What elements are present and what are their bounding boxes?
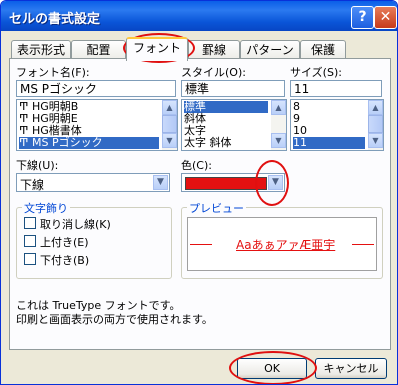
font-size-input[interactable]: 11 bbox=[290, 80, 382, 97]
color-swatch bbox=[185, 177, 267, 190]
chevron-down-icon[interactable]: ▼ bbox=[268, 175, 283, 190]
font-size-scrollbar[interactable]: ▲ ▼ bbox=[368, 100, 383, 150]
color-label: 色(C): bbox=[181, 159, 212, 172]
font-style-list[interactable]: 標準 斜体 太字 太字 斜体 ▲ ▼ bbox=[181, 99, 287, 151]
tab-font[interactable]: フォント bbox=[126, 37, 188, 61]
scroll-down-button[interactable]: ▼ bbox=[271, 133, 286, 148]
effects-group-title: 文字飾り bbox=[22, 200, 70, 216]
underline-value: 下線 bbox=[20, 178, 45, 192]
help-button[interactable]: ? bbox=[351, 6, 374, 29]
strikethrough-checkbox[interactable] bbox=[24, 217, 36, 229]
title-bar[interactable]: セルの書式設定 ? ✕ bbox=[1, 1, 397, 31]
dialog-title: セルの書式設定 bbox=[9, 12, 101, 27]
font-name-list[interactable]: Ͳ HG明朝B Ͳ HG明朝E Ͳ HG楷書体 Ͳ MS Pゴシック ▲ ▼ bbox=[16, 99, 178, 151]
close-button[interactable]: ✕ bbox=[374, 6, 397, 29]
font-style-scrollbar[interactable]: ▲ ▼ bbox=[271, 100, 286, 150]
scroll-down-button[interactable]: ▼ bbox=[162, 133, 177, 148]
underline-select[interactable]: 下線 ▼ bbox=[16, 173, 170, 192]
list-item[interactable]: 太字 斜体 bbox=[184, 137, 232, 149]
ok-button[interactable]: OK bbox=[237, 358, 307, 379]
scroll-up-button[interactable]: ▲ bbox=[368, 100, 383, 115]
superscript-label: 上付き(E) bbox=[40, 236, 89, 249]
font-description-line-2: 印刷と画面表示の両方で使用されます。 bbox=[16, 313, 213, 326]
scroll-thumb[interactable] bbox=[162, 115, 177, 133]
scroll-up-button[interactable]: ▲ bbox=[271, 100, 286, 115]
font-name-input[interactable]: MS Pゴシック bbox=[16, 80, 176, 97]
color-select[interactable]: ▼ bbox=[181, 173, 285, 192]
cancel-button[interactable]: キャンセル bbox=[315, 358, 387, 379]
font-style-input[interactable]: 標準 bbox=[181, 80, 285, 97]
scroll-down-button[interactable]: ▼ bbox=[368, 133, 383, 148]
format-cells-dialog: セルの書式設定 ? ✕ 表示形式 配置 フォント 罫線 パターン 保護 フォント… bbox=[0, 0, 398, 385]
preview-baseline-right bbox=[352, 244, 374, 245]
font-tab-panel: フォント名(F): MS Pゴシック Ͳ HG明朝B Ͳ HG明朝E Ͳ HG楷… bbox=[9, 58, 391, 350]
tab-patterns[interactable]: パターン bbox=[240, 40, 300, 60]
preview-baseline-left bbox=[190, 244, 212, 245]
font-size-list[interactable]: 8 9 10 11 ▲ ▼ bbox=[290, 99, 384, 151]
strikethrough-label: 取り消し線(K) bbox=[40, 218, 111, 231]
preview-sample-text: AaあぁアァÆ亜宇 bbox=[236, 238, 336, 252]
superscript-checkbox[interactable] bbox=[24, 235, 36, 247]
tab-protection[interactable]: 保護 bbox=[300, 40, 346, 60]
tab-number-format[interactable]: 表示形式 bbox=[11, 40, 71, 60]
preview-box: AaあぁアァÆ亜宇 bbox=[187, 217, 377, 271]
scroll-up-button[interactable]: ▲ bbox=[162, 100, 177, 115]
preview-group-title: プレビュー bbox=[187, 200, 246, 216]
tab-border[interactable]: 罫線 bbox=[188, 40, 240, 60]
font-size-label: サイズ(S): bbox=[290, 66, 342, 79]
underline-label: 下線(U): bbox=[16, 159, 59, 172]
font-name-scrollbar[interactable]: ▲ ▼ bbox=[162, 100, 177, 150]
close-icon: ✕ bbox=[379, 9, 392, 25]
help-icon: ? bbox=[358, 9, 367, 25]
subscript-label: 下付き(B) bbox=[40, 254, 90, 267]
font-style-label: スタイル(O): bbox=[181, 66, 246, 79]
truetype-icon: Ͳ bbox=[19, 136, 32, 149]
tab-alignment[interactable]: 配置 bbox=[71, 40, 126, 60]
subscript-checkbox[interactable] bbox=[24, 253, 36, 265]
font-name-label: フォント名(F): bbox=[16, 66, 90, 79]
list-item[interactable]: 11 bbox=[293, 137, 365, 149]
scroll-thumb[interactable] bbox=[368, 115, 383, 133]
list-item[interactable]: Ͳ MS Pゴシック bbox=[19, 137, 159, 149]
chevron-down-icon[interactable]: ▼ bbox=[153, 175, 168, 190]
